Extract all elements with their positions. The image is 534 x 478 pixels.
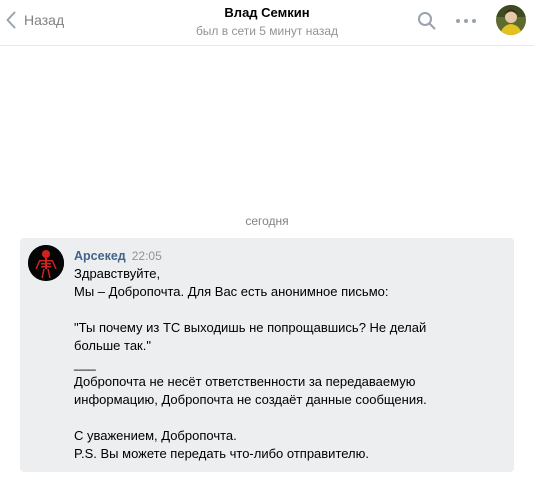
sender-avatar[interactable] — [28, 245, 64, 281]
message-text: Здравствуйте, Мы – Добропочта. Для Вас е… — [74, 265, 504, 463]
chat-header: Назад Влад Семкин был в сети 5 минут наз… — [0, 0, 534, 46]
contact-name[interactable]: Влад Семкин — [150, 5, 384, 21]
message-line-intro: Мы – Добропочта. Для Вас есть анонимное … — [74, 284, 389, 299]
chevron-left-icon — [6, 11, 16, 29]
search-icon — [418, 12, 436, 30]
avatar — [496, 5, 526, 35]
more-icon — [456, 19, 476, 23]
message-line-disclaimer-2: информацию, Добропочта не создаёт данные… — [74, 392, 427, 407]
date-separator: сегодня — [245, 214, 289, 228]
back-label: Назад — [24, 12, 65, 28]
back-button[interactable]: Назад — [6, 10, 64, 30]
message-line-disclaimer-1: Добропочта не несёт ответственности за п… — [74, 374, 416, 389]
message-author[interactable]: Арсекед — [74, 249, 126, 263]
message-line-quote-2: больше так." — [74, 338, 151, 353]
last-seen-status: был в сети 5 минут назад — [195, 24, 339, 38]
message-line-quote-1: "Ты почему из ТС выходишь не попрощавшис… — [74, 320, 427, 335]
message-item[interactable]: Арсекед 22:05 Здравствуйте, Мы – Добропоч… — [20, 238, 514, 472]
message-line-signoff: С уважением, Добропочта. — [74, 428, 237, 443]
more-button[interactable] — [455, 11, 477, 31]
skeleton-avatar — [28, 245, 64, 281]
message-header: Арсекед 22:05 — [74, 249, 162, 263]
message-line-divider: ___ — [74, 356, 96, 371]
message-time[interactable]: 22:05 — [132, 249, 162, 263]
contact-avatar[interactable] — [496, 5, 526, 35]
chat-title[interactable]: Влад Семкин был в сети 5 минут назад — [150, 5, 384, 39]
search-button[interactable] — [417, 11, 437, 31]
message-line-greeting: Здравствуйте, — [74, 266, 161, 281]
message-line-ps: P.S. Вы можете передать что-либо отправи… — [74, 446, 370, 461]
